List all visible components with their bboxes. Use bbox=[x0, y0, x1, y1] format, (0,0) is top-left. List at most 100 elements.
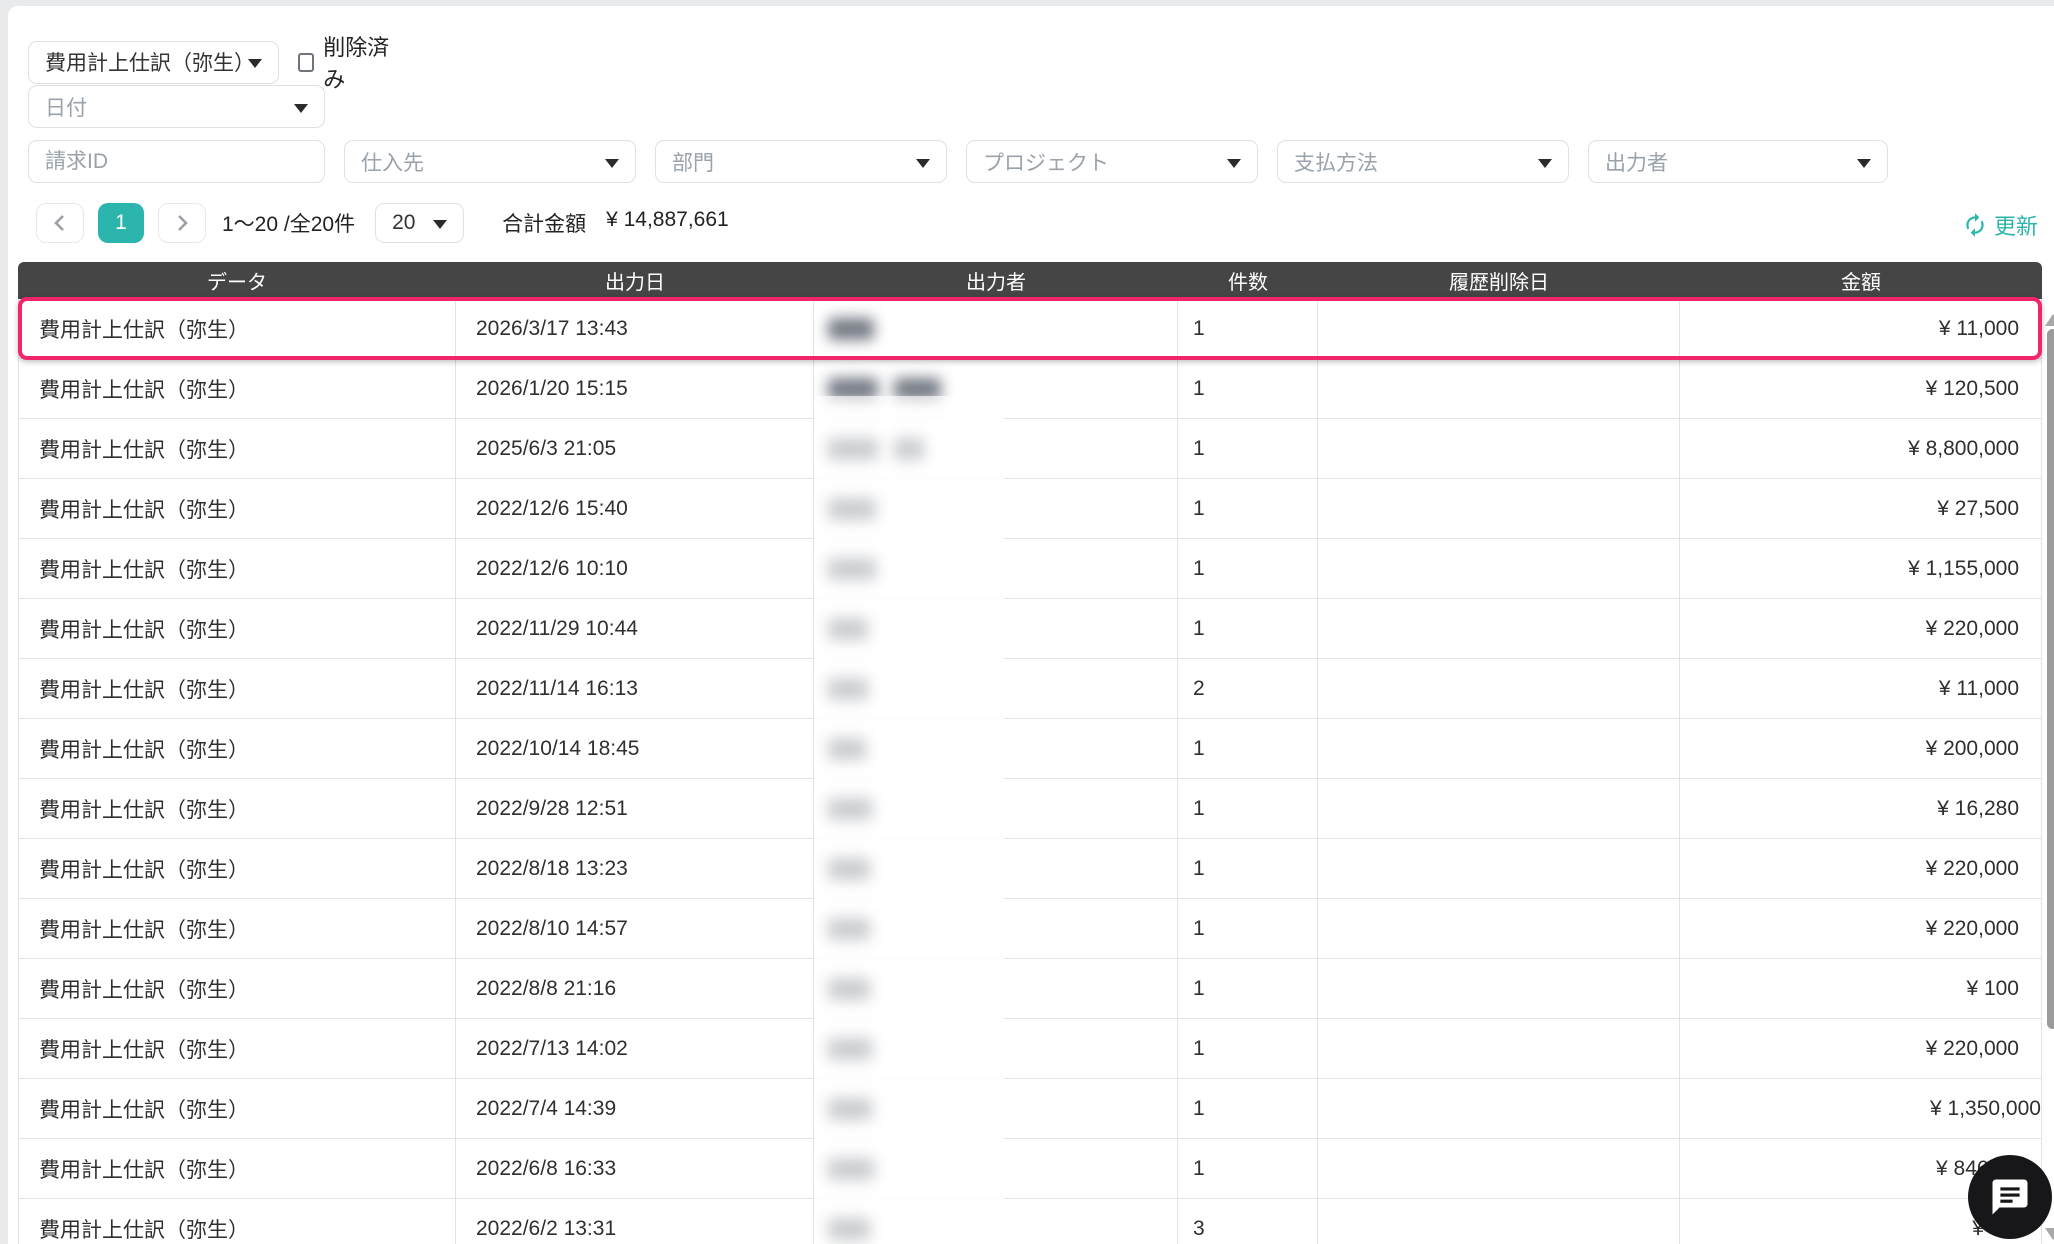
table-row[interactable]: 費用計上仕訳（弥生） 2022/6/2 13:31 3 ¥ 67, bbox=[18, 1199, 2042, 1244]
table-row[interactable]: 費用計上仕訳（弥生） 2022/6/8 16:33 1 ¥ 846 bbox=[18, 1139, 2042, 1199]
chat-icon bbox=[1992, 1179, 2028, 1215]
cell-data: 費用計上仕訳（弥生） bbox=[18, 1139, 456, 1198]
table-row[interactable]: 費用計上仕訳（弥生） 2022/8/10 14:57 1 ¥ 220,000 bbox=[18, 899, 2042, 959]
cell-history-deleted bbox=[1318, 659, 1680, 718]
cell-data: 費用計上仕訳（弥生） bbox=[18, 839, 456, 898]
cell-count: 1 bbox=[1178, 299, 1318, 358]
next-page-button[interactable] bbox=[158, 203, 206, 243]
table-row[interactable]: 費用計上仕訳（弥生） 2026/1/20 15:15 1 ¥ 120,500 bbox=[18, 359, 2042, 419]
cell-date: 2022/7/13 14:02 bbox=[456, 1019, 814, 1078]
table-row[interactable]: 費用計上仕訳（弥生） 2022/11/14 16:13 2 ¥ 11,000 bbox=[18, 659, 2042, 719]
table-row[interactable]: 費用計上仕訳（弥生） 2026/3/17 13:43 1 ¥ 11,000 bbox=[18, 297, 2042, 360]
cell-author bbox=[814, 959, 1178, 1018]
table-row[interactable]: 費用計上仕訳（弥生） 2022/9/28 12:51 1 ¥ 16,280 bbox=[18, 779, 2042, 839]
table-row[interactable]: 費用計上仕訳（弥生） 2022/7/13 14:02 1 ¥ 220,000 bbox=[18, 1019, 2042, 1079]
cell-date: 2025/6/3 21:05 bbox=[456, 419, 814, 478]
table-row[interactable]: 費用計上仕訳（弥生） 2022/12/6 15:40 1 ¥ 27,500 bbox=[18, 479, 2042, 539]
cell-date: 2022/12/6 15:40 bbox=[456, 479, 814, 538]
department-select[interactable]: 部門 bbox=[655, 140, 947, 183]
project-select[interactable]: プロジェクト bbox=[966, 140, 1258, 183]
cell-date: 2022/9/28 12:51 bbox=[456, 779, 814, 838]
data-type-select[interactable]: 費用計上仕訳（弥生） bbox=[28, 40, 280, 84]
cell-date: 2022/11/29 10:44 bbox=[456, 599, 814, 658]
cell-author bbox=[814, 299, 1178, 358]
table-row[interactable]: 費用計上仕訳（弥生） 2022/8/18 13:23 1 ¥ 220,000 bbox=[18, 839, 2042, 899]
deleted-checkbox-label: 削除済み bbox=[323, 35, 390, 92]
author-placeholder: 出力者 bbox=[1605, 151, 1668, 175]
pagination-range-text: 1〜20 /全20件 bbox=[222, 213, 356, 236]
cell-author bbox=[814, 719, 1178, 778]
page-size-select[interactable]: 20 bbox=[375, 203, 465, 243]
cell-data: 費用計上仕訳（弥生） bbox=[18, 899, 456, 958]
cell-amount: ¥ 220,000 bbox=[1680, 599, 2042, 658]
cell-history-deleted bbox=[1318, 1199, 1680, 1244]
header-data: データ bbox=[207, 272, 267, 294]
cell-count: 1 bbox=[1178, 359, 1318, 418]
cell-history-deleted bbox=[1318, 1079, 1680, 1138]
invoice-id-input[interactable] bbox=[28, 140, 325, 183]
cell-history-deleted bbox=[1318, 779, 1680, 838]
scrollbar-down-arrow-icon[interactable] bbox=[2045, 1228, 2054, 1240]
data-type-value: 費用計上仕訳（弥生） bbox=[45, 52, 255, 75]
cell-author bbox=[814, 779, 1178, 838]
cell-date: 2022/8/18 13:23 bbox=[456, 839, 814, 898]
project-placeholder: プロジェクト bbox=[983, 151, 1109, 175]
cell-author bbox=[814, 599, 1178, 658]
table-row[interactable]: 費用計上仕訳（弥生） 2022/7/4 14:39 1 ¥ 1,350,000 bbox=[18, 1079, 2042, 1139]
date-select[interactable]: 日付 bbox=[28, 85, 325, 128]
author-select[interactable]: 出力者 bbox=[1588, 140, 1888, 183]
prev-page-button[interactable] bbox=[36, 203, 84, 243]
cell-author bbox=[814, 419, 1178, 478]
payment-method-select[interactable]: 支払方法 bbox=[1277, 140, 1569, 183]
cell-data: 費用計上仕訳（弥生） bbox=[18, 419, 456, 478]
cell-amount: ¥ 220,000 bbox=[1680, 899, 2042, 958]
table-row[interactable]: 費用計上仕訳（弥生） 2022/8/8 21:16 1 ¥ 100 bbox=[18, 959, 2042, 1019]
cell-count: 1 bbox=[1178, 779, 1318, 838]
header-history-deleted: 履歴削除日 bbox=[1449, 272, 1549, 294]
cell-data: 費用計上仕訳（弥生） bbox=[18, 1199, 456, 1244]
cell-count: 2 bbox=[1178, 659, 1318, 718]
cell-data: 費用計上仕訳（弥生） bbox=[18, 1079, 456, 1138]
cell-count: 1 bbox=[1178, 1079, 1318, 1138]
table-row[interactable]: 費用計上仕訳（弥生） 2025/6/3 21:05 1 ¥ 8,800,000 bbox=[18, 419, 2042, 479]
header-author: 出力者 bbox=[966, 272, 1026, 294]
cell-history-deleted bbox=[1318, 299, 1680, 358]
cell-amount: ¥ 200,000 bbox=[1680, 719, 2042, 778]
chevron-left-icon bbox=[54, 215, 64, 231]
table-row[interactable]: 費用計上仕訳（弥生） 2022/12/6 10:10 1 ¥ 1,155,000 bbox=[18, 539, 2042, 599]
cell-date: 2022/8/8 21:16 bbox=[456, 959, 814, 1018]
supplier-placeholder: 仕入先 bbox=[361, 151, 424, 175]
cell-history-deleted bbox=[1318, 839, 1680, 898]
cell-count: 1 bbox=[1178, 1139, 1318, 1198]
cell-amount: ¥ 27,500 bbox=[1680, 479, 2042, 538]
table-row[interactable]: 費用計上仕訳（弥生） 2022/10/14 18:45 1 ¥ 200,000 bbox=[18, 719, 2042, 779]
caret-down-icon bbox=[248, 59, 263, 68]
cell-author bbox=[814, 1199, 1178, 1244]
caret-down-icon bbox=[1227, 158, 1241, 168]
cell-date: 2022/7/4 14:39 bbox=[456, 1079, 814, 1138]
header-count: 件数 bbox=[1228, 272, 1268, 294]
cell-author bbox=[814, 1139, 1178, 1198]
cell-count: 1 bbox=[1178, 479, 1318, 538]
cell-data: 費用計上仕訳（弥生） bbox=[18, 959, 456, 1018]
cell-amount: ¥ 100 bbox=[1680, 959, 2042, 1018]
cell-count: 1 bbox=[1178, 1019, 1318, 1078]
scrollbar-thumb[interactable] bbox=[2047, 329, 2054, 1029]
table-row[interactable]: 費用計上仕訳（弥生） 2022/11/29 10:44 1 ¥ 220,000 bbox=[18, 599, 2042, 659]
cell-author bbox=[814, 539, 1178, 598]
refresh-button[interactable]: 更新 bbox=[1962, 209, 2038, 241]
cell-amount: ¥ 120,500 bbox=[1680, 359, 2042, 418]
date-placeholder: 日付 bbox=[45, 96, 87, 120]
supplier-select[interactable]: 仕入先 bbox=[344, 140, 636, 183]
deleted-checkbox[interactable] bbox=[298, 52, 315, 72]
cell-data: 費用計上仕訳（弥生） bbox=[18, 539, 456, 598]
scrollbar-up-arrow-icon[interactable] bbox=[2045, 314, 2054, 326]
table-body: 費用計上仕訳（弥生） 2026/3/17 13:43 1 ¥ 11,000 費用… bbox=[18, 297, 2042, 1244]
cell-date: 2022/8/10 14:57 bbox=[456, 899, 814, 958]
cell-amount: ¥ 11,000 bbox=[1680, 659, 2042, 718]
cell-history-deleted bbox=[1318, 1139, 1680, 1198]
cell-author bbox=[814, 659, 1178, 718]
page-number-button[interactable]: 1 bbox=[98, 203, 144, 243]
cell-date: 2026/3/17 13:43 bbox=[456, 299, 814, 358]
chat-fab-button[interactable] bbox=[1968, 1155, 2052, 1239]
